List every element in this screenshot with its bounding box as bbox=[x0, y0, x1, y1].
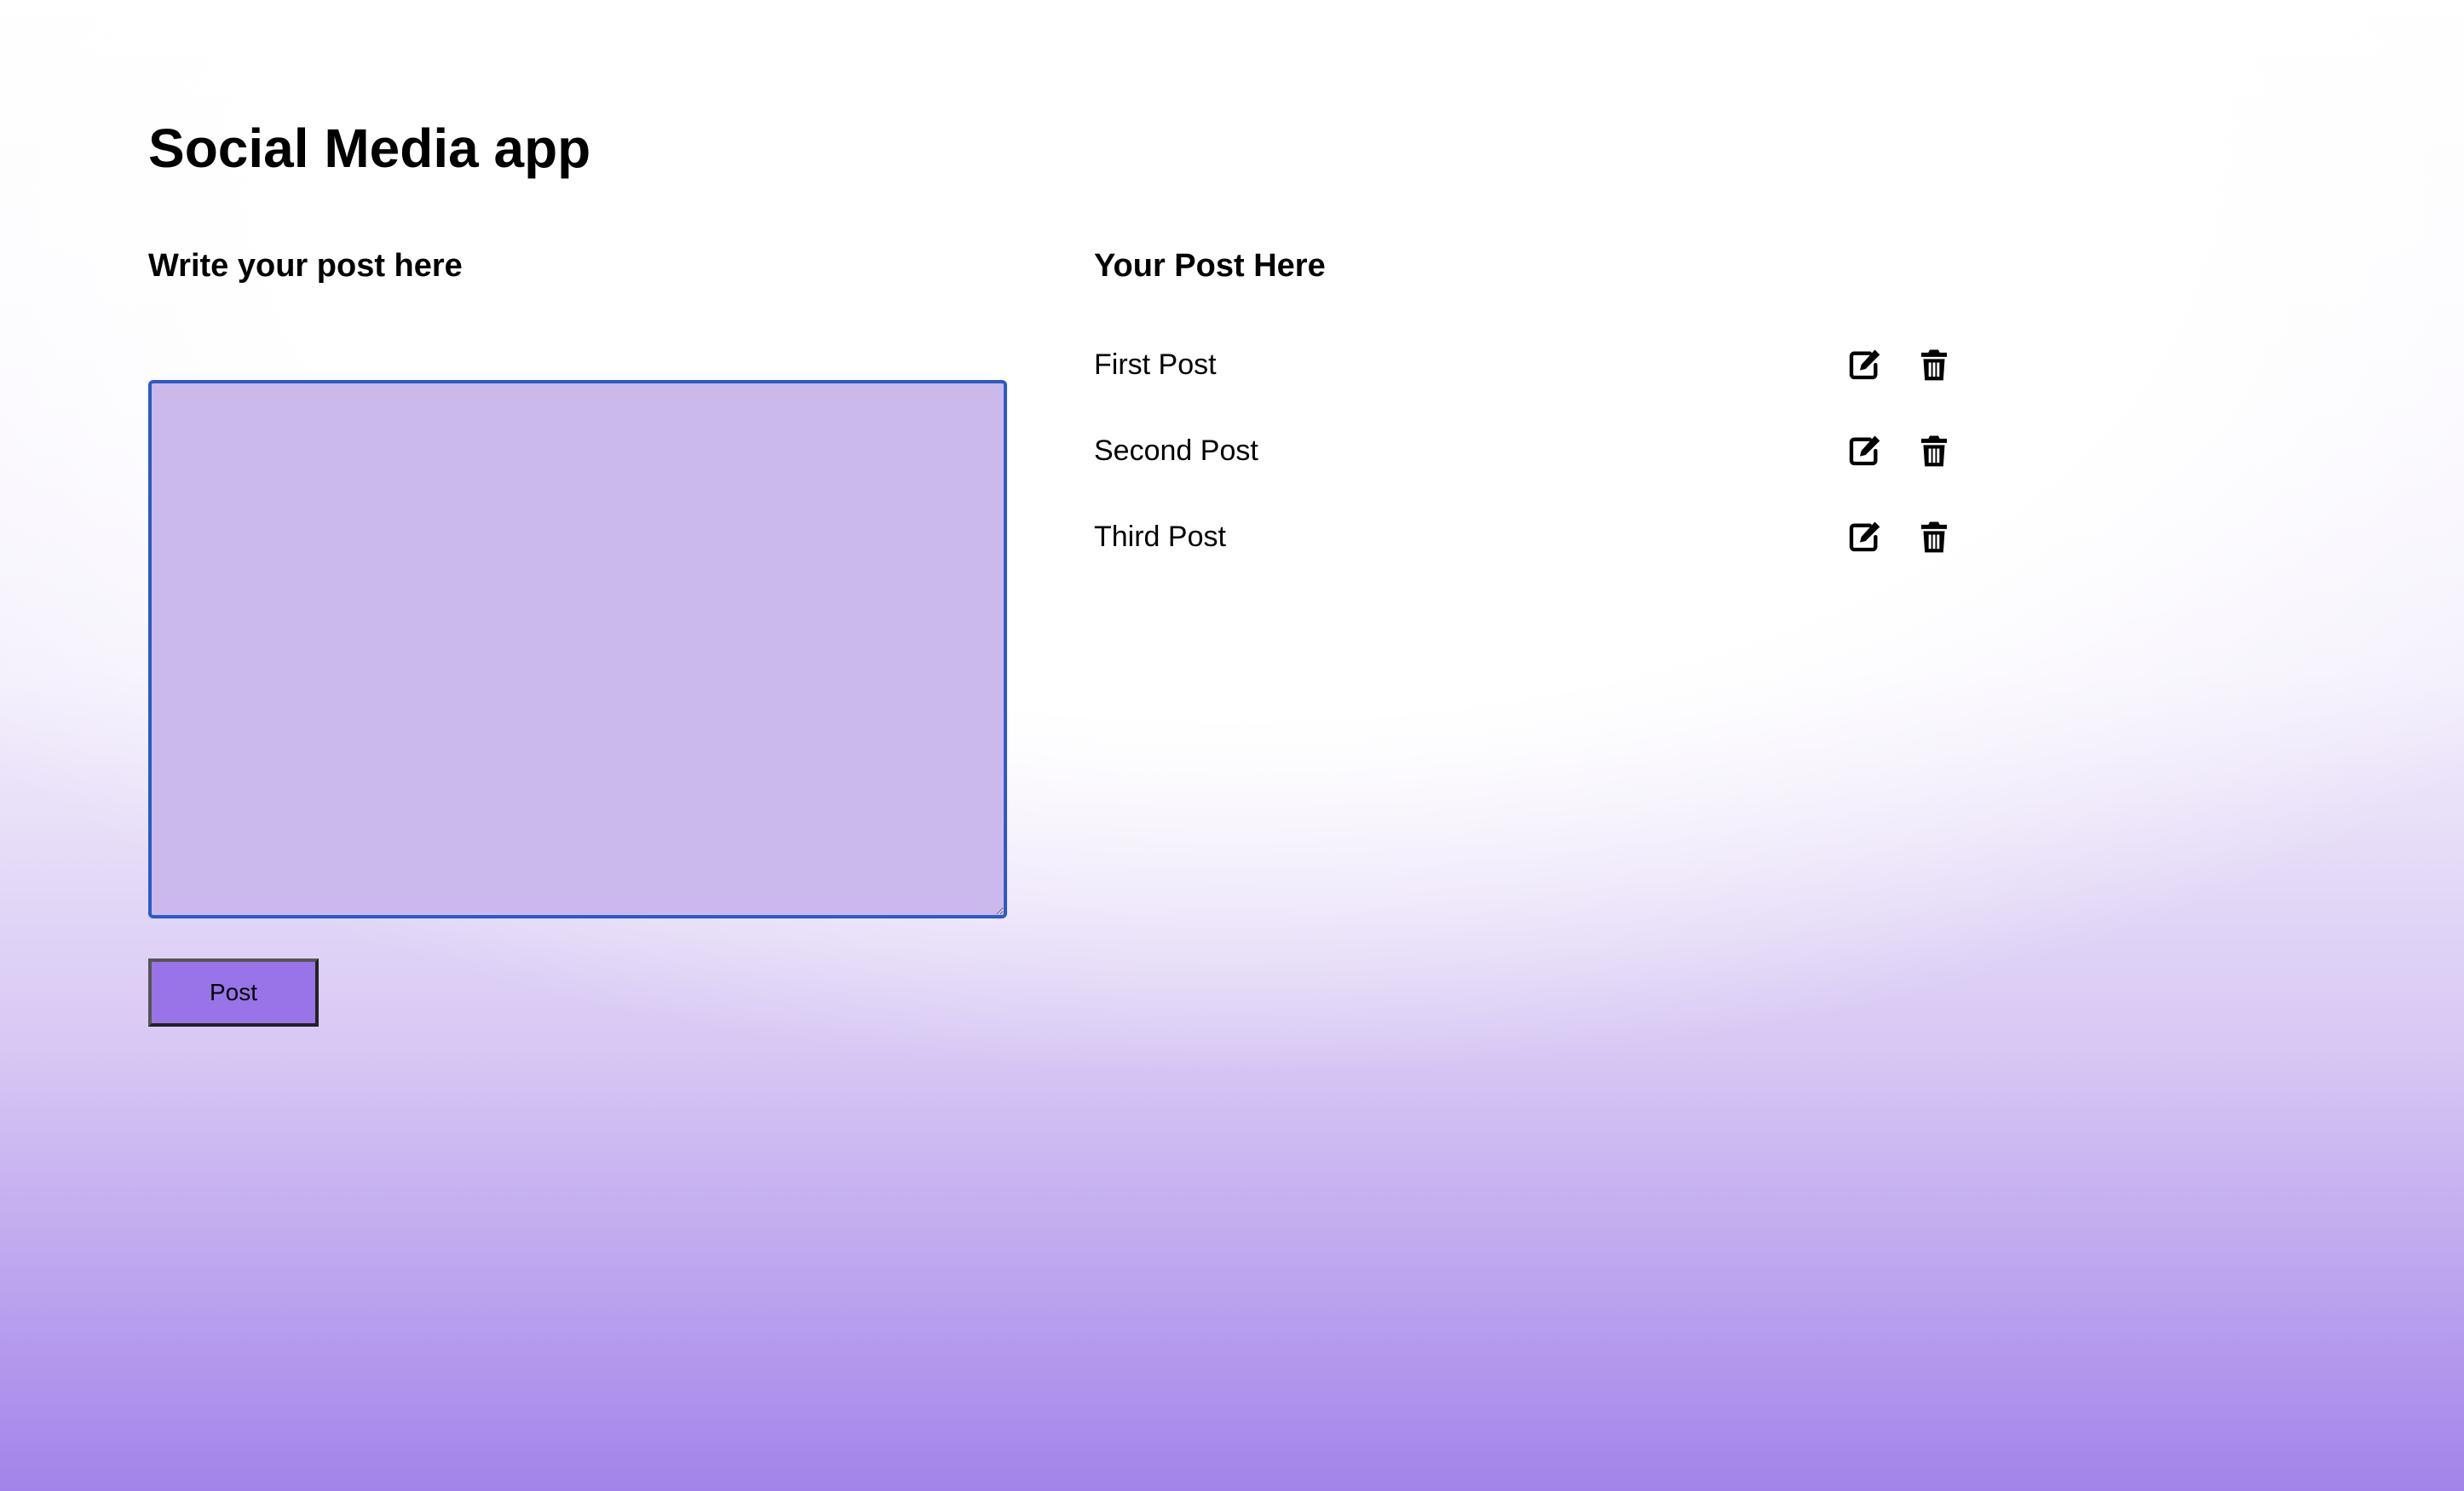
post-item: First Post bbox=[1094, 334, 1963, 420]
delete-post-button[interactable] bbox=[1912, 343, 1956, 387]
edit-post-button[interactable] bbox=[1842, 343, 1886, 387]
edit-post-button[interactable] bbox=[1842, 515, 1886, 559]
edit-post-button[interactable] bbox=[1842, 429, 1886, 473]
trash-icon bbox=[1917, 348, 1951, 382]
app-title: Social Media app bbox=[148, 118, 591, 179]
post-button[interactable]: Post bbox=[148, 958, 319, 1027]
post-textarea[interactable] bbox=[148, 380, 1007, 918]
post-item: Second Post bbox=[1094, 420, 1963, 506]
delete-post-button[interactable] bbox=[1912, 429, 1956, 473]
delete-post-button[interactable] bbox=[1912, 515, 1956, 559]
compose-heading: Write your post here bbox=[148, 248, 463, 284]
trash-icon bbox=[1917, 520, 1951, 554]
edit-icon bbox=[1847, 434, 1881, 468]
posts-heading: Your Post Here bbox=[1094, 248, 1326, 284]
trash-icon bbox=[1917, 434, 1951, 468]
edit-icon bbox=[1847, 348, 1881, 382]
post-text: Third Post bbox=[1094, 521, 1226, 553]
post-item: Third Post bbox=[1094, 506, 1963, 592]
post-text: First Post bbox=[1094, 348, 1217, 381]
edit-icon bbox=[1847, 520, 1881, 554]
post-list: First Post Second Post Third Post bbox=[1094, 334, 1963, 592]
post-text: Second Post bbox=[1094, 435, 1258, 467]
